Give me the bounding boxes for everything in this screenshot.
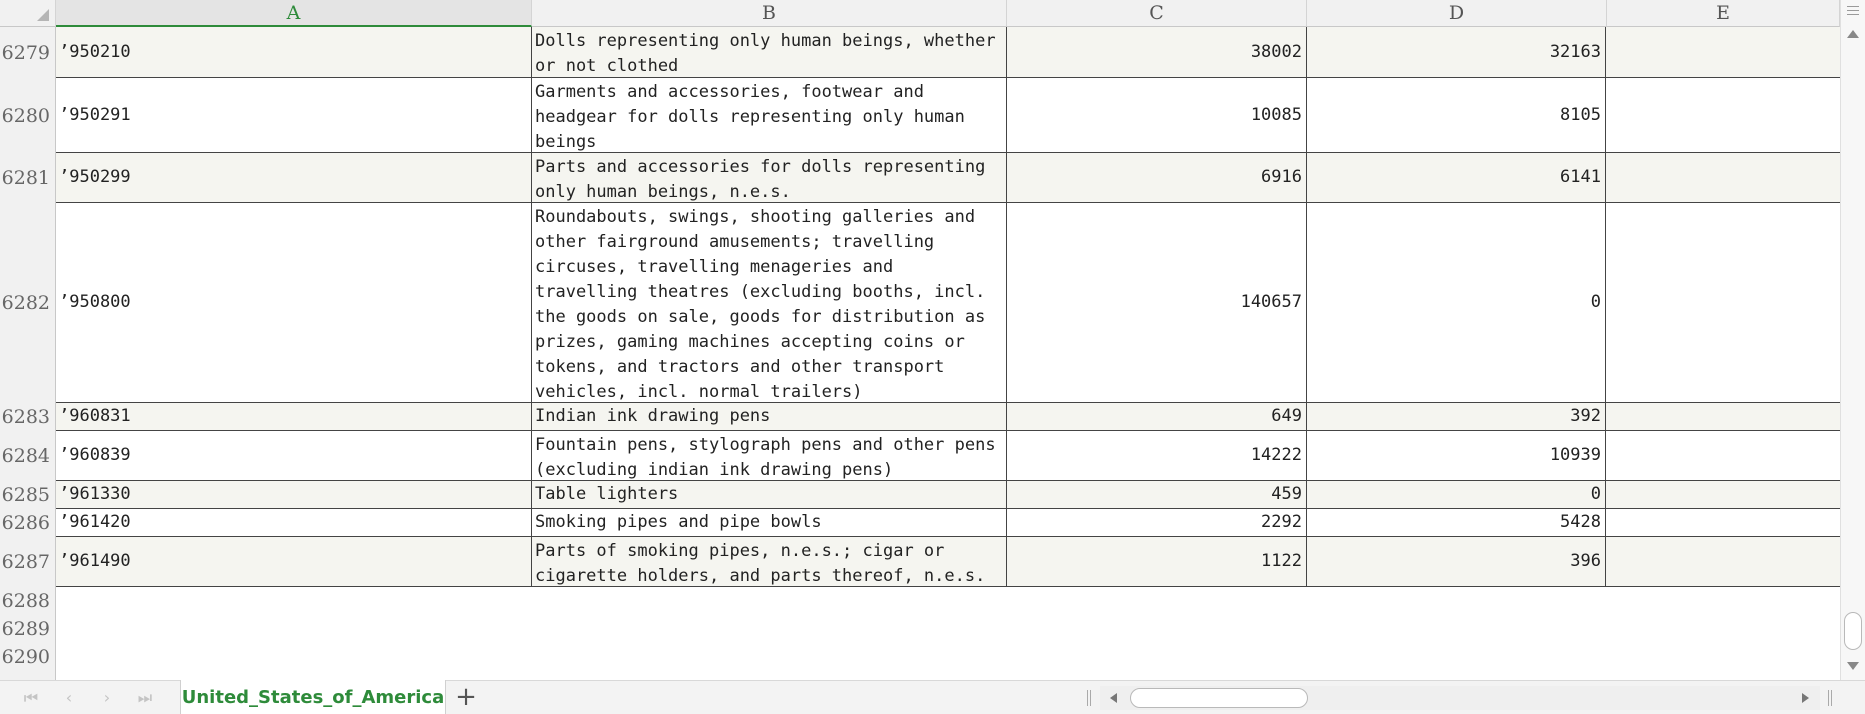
cell-value-c[interactable]: 38002 [1006,27,1306,77]
cell-value-d[interactable]: 10939 [1306,431,1606,480]
next-sheet-icon[interactable]: › [98,689,116,707]
cell-value-d[interactable]: 6141 [1306,153,1606,202]
cell-empty-e[interactable] [1606,431,1840,480]
column-header-e[interactable]: E [1607,0,1840,27]
cell-code[interactable]: ’950291 [56,78,531,152]
cell-value-d[interactable]: 0 [1306,481,1606,508]
sheet-tab-active[interactable]: United_States_of_America [180,680,446,714]
first-sheet-icon[interactable]: ⏮ [22,689,40,707]
column-header-b[interactable]: B [532,0,1007,27]
table-row: ’950291 Garments and accessories, footwe… [56,78,1840,153]
cell-empty-e[interactable] [1606,78,1840,152]
cell-value-d[interactable]: 8105 [1306,78,1606,152]
cell-value-d[interactable]: 5428 [1306,509,1606,536]
cell-empty-e[interactable] [1606,481,1840,508]
cell-code[interactable]: ’961330 [56,481,531,508]
cell-value-d[interactable]: 32163 [1306,27,1606,77]
cell-empty-e[interactable] [1606,403,1840,430]
row-header[interactable]: 6288 [0,587,56,615]
cell-description[interactable]: Fountain pens, stylograph pens and other… [531,431,1006,480]
cell-value-d[interactable]: 0 [1306,203,1606,402]
cell-value-c[interactable]: 459 [1006,481,1306,508]
last-sheet-icon[interactable]: ⏭ [136,689,154,707]
cell-value-c[interactable]: 6916 [1006,153,1306,202]
table-row: ’950299 Parts and accessories for dolls … [56,153,1840,203]
cell-description[interactable]: Table lighters [531,481,1006,508]
cell-value-d[interactable]: 396 [1306,537,1606,586]
row-header[interactable]: 6283 [0,403,56,431]
empty-row[interactable] [56,615,1840,643]
empty-row[interactable] [56,643,1840,671]
cell-code[interactable]: ’960839 [56,431,531,480]
cell-value-c[interactable]: 14222 [1006,431,1306,480]
row-header[interactable]: 6281 [0,153,56,203]
cell-description[interactable]: Indian ink drawing pens [531,403,1006,430]
cell-empty-e[interactable] [1606,27,1840,77]
cell-code[interactable]: ’961490 [56,537,531,586]
select-all-corner[interactable] [0,0,56,27]
row-header[interactable]: 6282 [0,203,56,403]
row-header[interactable]: 6284 [0,431,56,481]
cell-empty-e[interactable] [1606,537,1840,586]
column-header-c[interactable]: C [1007,0,1307,27]
table-row: ’950210 Dolls representing only human be… [56,27,1840,78]
cell-description[interactable]: Garments and accessories, footwear and h… [531,78,1006,152]
cell-description[interactable]: Dolls representing only human beings, wh… [531,27,1006,77]
select-all-triangle-icon [37,9,49,21]
cell-description[interactable]: Roundabouts, swings, shooting galleries … [531,203,1006,402]
empty-row[interactable] [56,587,1840,615]
cell-code[interactable]: ’960831 [56,403,531,430]
scroll-left-arrow-icon[interactable] [1110,693,1117,703]
cell-empty-e[interactable] [1606,153,1840,202]
cell-value-c[interactable]: 1122 [1006,537,1306,586]
vertical-scroll-thumb[interactable] [1844,612,1862,650]
cell-code[interactable]: ’950800 [56,203,531,402]
column-header-a[interactable]: A [56,0,532,27]
cell-empty-e[interactable] [1606,203,1840,402]
row-header[interactable]: 6287 [0,537,56,587]
scroll-right-arrow-icon[interactable] [1802,693,1809,703]
split-handle-icon[interactable] [1847,6,1859,18]
scrollbar-end-handle[interactable] [1828,690,1832,706]
add-sheet-button[interactable]: + [454,684,478,710]
row-header[interactable]: 6279 [0,27,56,78]
cell-description[interactable]: Parts and accessories for dolls represen… [531,153,1006,202]
table-row: ’961490 Parts of smoking pipes, n.e.s.; … [56,537,1840,587]
cell-code[interactable]: ’961420 [56,509,531,536]
cell-value-c[interactable]: 2292 [1006,509,1306,536]
tab-split-handle[interactable] [1087,690,1091,706]
cell-empty-e[interactable] [1606,509,1840,536]
cell-value-c[interactable]: 649 [1006,403,1306,430]
cell-value-d[interactable]: 392 [1306,403,1606,430]
previous-sheet-icon[interactable]: ‹ [60,689,78,707]
cell-code[interactable]: ’950210 [56,27,531,77]
scroll-down-arrow-icon[interactable] [1847,662,1859,670]
cell-value-c[interactable]: 10085 [1006,78,1306,152]
scroll-up-arrow-icon[interactable] [1847,30,1859,38]
row-header[interactable]: 6289 [0,615,56,643]
table-row: ’961420 Smoking pipes and pipe bowls 229… [56,509,1840,537]
row-header[interactable]: 6280 [0,78,56,153]
horizontal-scroll-thumb[interactable] [1130,688,1308,708]
vertical-scrollbar[interactable] [1840,0,1865,680]
table-row: ’961330 Table lighters 459 0 [56,481,1840,509]
cell-code[interactable]: ’950299 [56,153,531,202]
row-header[interactable]: 6290 [0,643,56,671]
table-row: ’960831 Indian ink drawing pens 649 392 [56,403,1840,431]
table-row: ’950800 Roundabouts, swings, shooting ga… [56,203,1840,403]
row-header[interactable]: 6286 [0,509,56,537]
cell-description[interactable]: Parts of smoking pipes, n.e.s.; cigar or… [531,537,1006,586]
row-header-partial [0,671,56,680]
sheet-tab-bar: ⏮ ‹ › ⏭ United_States_of_America + [0,680,1865,714]
cell-description[interactable]: Smoking pipes and pipe bowls [531,509,1006,536]
cell-value-c[interactable]: 140657 [1006,203,1306,402]
table-row: ’960839 Fountain pens, stylograph pens a… [56,431,1840,481]
row-header[interactable]: 6285 [0,481,56,509]
column-header-d[interactable]: D [1307,0,1607,27]
